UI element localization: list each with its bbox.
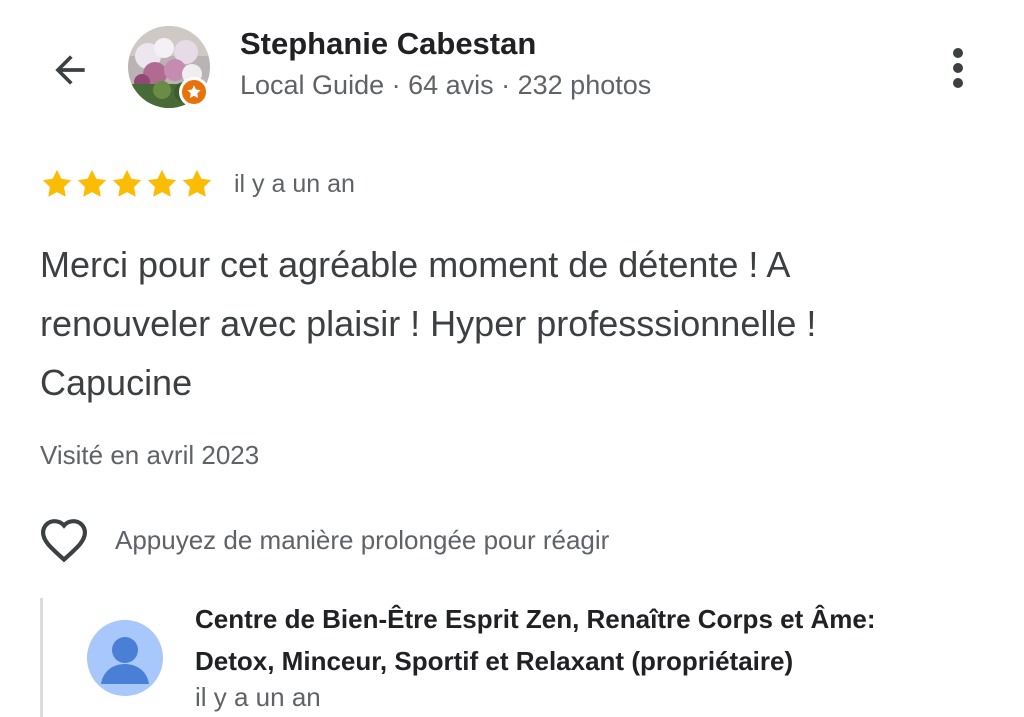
arrow-left-icon: [55, 55, 85, 85]
local-guide-star-icon: [187, 85, 201, 99]
star-rating: [40, 167, 214, 201]
react-button[interactable]: Appuyez de manière prolongée pour réagir: [38, 514, 609, 566]
star-icon: [182, 169, 212, 197]
reviewer-name[interactable]: Stephanie Cabestan: [240, 26, 536, 62]
heart-outline-icon: [40, 519, 88, 563]
review-header: Stephanie Cabestan Local Guide · 64 avis…: [0, 0, 1024, 130]
more-options-button[interactable]: [936, 42, 980, 94]
owner-avatar: [87, 620, 163, 696]
reviewer-stats: Local Guide · 64 avis · 232 photos: [240, 70, 652, 100]
local-guide-badge: [179, 77, 209, 107]
owner-name: Centre de Bien-Être Esprit Zen, Renaître…: [195, 604, 876, 676]
star-icon: [42, 169, 72, 197]
back-button[interactable]: [44, 44, 96, 96]
owner-reply-time: il y a un an: [195, 682, 321, 712]
more-vertical-icon: [953, 48, 963, 88]
react-hint-label: Appuyez de manière prolongée pour réagir: [115, 524, 610, 555]
star-icon: [77, 169, 107, 197]
person-icon: [101, 637, 149, 684]
review-text: Merci pour cet agréable moment de détent…: [40, 244, 817, 403]
reviewer-avatar[interactable]: [128, 26, 210, 108]
review-time: il y a un an: [234, 169, 355, 198]
owner-reply: Centre de Bien-Être Esprit Zen, Renaître…: [40, 598, 1003, 717]
star-icon: [147, 169, 177, 197]
visit-date: Visité en avril 2023: [40, 440, 260, 470]
rating-row: il y a un an: [40, 164, 355, 204]
star-icon: [112, 169, 142, 197]
